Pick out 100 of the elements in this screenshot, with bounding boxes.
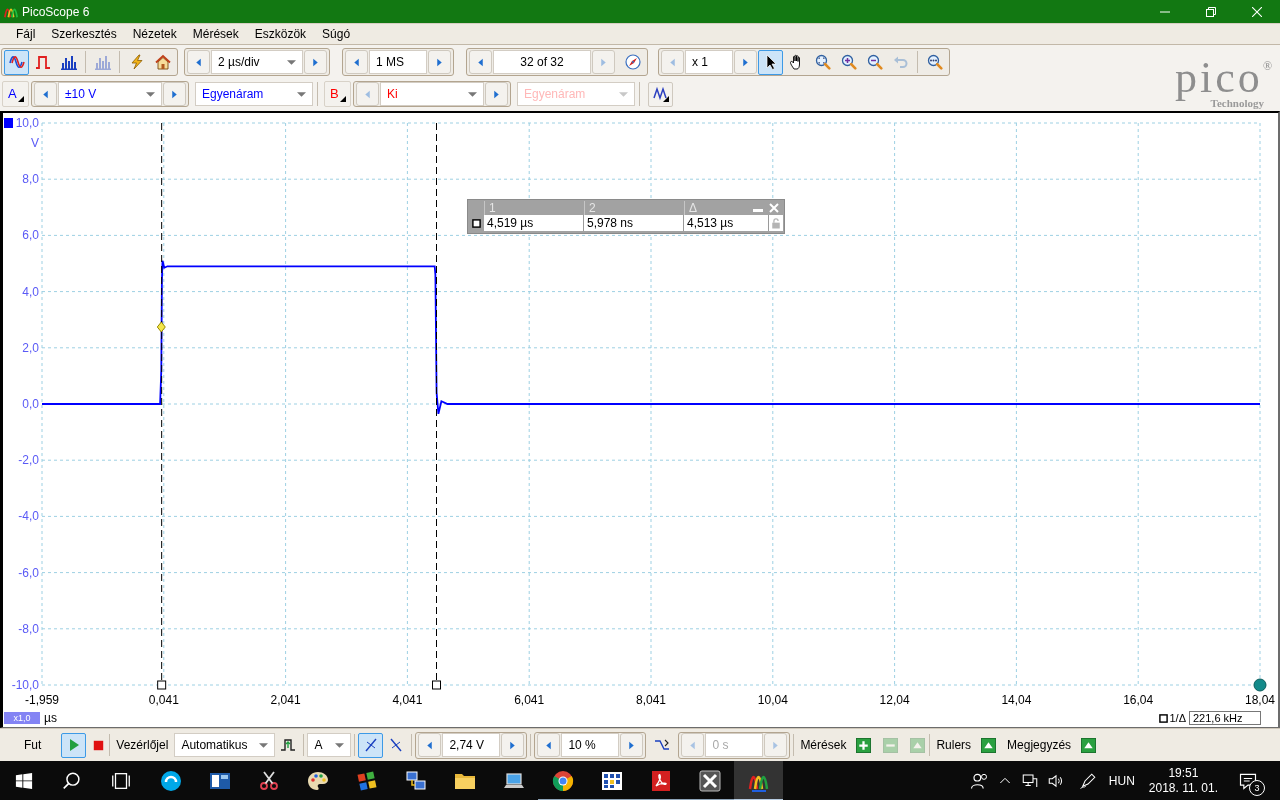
menu-item[interactable]: Nézetek xyxy=(124,24,185,44)
task-view-icon xyxy=(110,770,132,792)
round-app-icon xyxy=(158,769,183,793)
network-icon xyxy=(1020,772,1039,790)
menu-item[interactable]: Eszközök xyxy=(246,24,315,44)
y-axis-label: 2,0 xyxy=(22,340,39,355)
x-axis-label: 0,041 xyxy=(148,693,179,707)
rulers-button[interactable] xyxy=(980,736,998,754)
previous-button[interactable] xyxy=(469,50,492,74)
x-axis-label: -1,959 xyxy=(25,693,59,707)
menu-item[interactable]: Mérések xyxy=(184,24,247,44)
run-label: Fut xyxy=(24,738,42,752)
left-triangle-icon xyxy=(352,56,361,68)
round-handle-icon[interactable] xyxy=(1253,678,1267,692)
computers-icon xyxy=(403,769,428,793)
trigger-mode-dropdown[interactable]: Automatikus xyxy=(174,733,276,757)
table-cell: 4,513 µs xyxy=(684,215,769,231)
right-triangle-icon xyxy=(435,56,444,68)
coupling-dropdown[interactable]: Egyenáram xyxy=(195,82,313,106)
square-marker-icon xyxy=(472,218,481,228)
close-button[interactable] xyxy=(768,202,780,214)
minus-icon xyxy=(883,737,899,753)
right-triangle-icon xyxy=(492,88,501,100)
language-button[interactable]: HUN xyxy=(1100,761,1143,800)
menu-item[interactable]: Fájl xyxy=(8,24,44,44)
y-axis-label: -6,0 xyxy=(18,565,39,580)
caret-icon xyxy=(297,91,306,97)
ruler-line[interactable] xyxy=(436,122,437,682)
table-cell: 4,519 µs xyxy=(484,215,584,231)
rising-edge-icon xyxy=(362,737,379,753)
menu-item[interactable]: Súgó xyxy=(314,24,359,44)
right-triangle-icon xyxy=(771,739,781,751)
toolbar-button[interactable] xyxy=(648,81,673,107)
zoom-out-icon xyxy=(866,54,883,70)
ruler-handle-icon[interactable] xyxy=(432,680,441,690)
notification-badge: 3 xyxy=(1249,780,1265,796)
trigger-marker-icon[interactable] xyxy=(156,321,166,333)
zoom-in-icon xyxy=(840,54,857,70)
channel-button[interactable]: B xyxy=(324,81,351,107)
previous-button[interactable] xyxy=(345,50,368,74)
notes-button[interactable] xyxy=(1080,736,1098,754)
next-button[interactable] xyxy=(428,50,451,74)
timebase-dropdown[interactable]: 2 µs/div xyxy=(211,50,303,74)
browser-icon xyxy=(550,769,575,793)
clock-date[interactable]: 2018. 11. 01. xyxy=(1148,781,1218,796)
right-triangle-icon xyxy=(311,56,320,68)
range-dropdown[interactable]: Ki xyxy=(380,82,484,106)
magnifier-icon xyxy=(926,54,943,70)
scale-badge: x1,0 xyxy=(4,712,40,724)
window-title: PicoScope 6 xyxy=(22,4,90,19)
right-triangle-icon xyxy=(170,88,179,100)
ruler-line[interactable] xyxy=(161,122,163,682)
readout-label: 1/Δ xyxy=(1169,712,1186,724)
y-axis-label: 4,0 xyxy=(22,284,39,299)
previous-button[interactable] xyxy=(418,733,442,757)
speaker-icon xyxy=(1046,772,1065,790)
notification-button[interactable]: 3 xyxy=(1228,761,1268,800)
next-button[interactable] xyxy=(485,82,508,106)
x-axis-label: 12,04 xyxy=(879,693,910,707)
right-triangle-icon xyxy=(741,56,750,68)
pretrigger-field[interactable]: 10 % xyxy=(561,733,620,757)
windows-logo-icon xyxy=(15,772,33,790)
y-axis-label: 8,0 xyxy=(22,172,39,187)
next-button[interactable] xyxy=(304,50,327,74)
trigger-source-dropdown[interactable]: A xyxy=(307,733,352,757)
next-button[interactable] xyxy=(501,733,525,757)
readout-value: 221,6 kHz xyxy=(1189,711,1261,725)
lightning-icon xyxy=(128,54,145,70)
left-triangle-icon xyxy=(476,56,485,68)
x-axis-label: 6,041 xyxy=(514,693,545,707)
range-dropdown[interactable]: ±10 V xyxy=(58,82,162,106)
taskbar-app-button[interactable] xyxy=(734,761,783,800)
caret-icon xyxy=(259,742,269,748)
toolbar-button[interactable] xyxy=(758,49,783,75)
zoom-field[interactable]: x 1 xyxy=(685,50,733,74)
next-button[interactable] xyxy=(620,733,644,757)
previous-button[interactable] xyxy=(537,733,561,757)
threshold-field[interactable]: 2,74 V xyxy=(442,733,501,757)
ruler-handle-icon[interactable] xyxy=(157,680,167,690)
trigger-label: Vezérlőjel xyxy=(116,738,169,752)
corner-triangle-icon xyxy=(17,96,24,102)
grid-app-icon xyxy=(599,769,624,793)
rulers-label: Rulers xyxy=(936,738,972,752)
channel-button[interactable]: A xyxy=(2,81,29,107)
buffer-field[interactable]: 32 of 32 xyxy=(493,50,591,74)
run-button[interactable] xyxy=(61,732,87,758)
samples-field[interactable]: 1 MS xyxy=(369,50,427,74)
undo-icon xyxy=(892,54,909,70)
measurement-button[interactable] xyxy=(855,736,873,754)
edge-button[interactable] xyxy=(358,732,384,758)
menu-item[interactable]: Szerkesztés xyxy=(43,24,125,44)
left-triangle-icon xyxy=(688,739,698,751)
x-axis-label: 18,04 xyxy=(1245,693,1275,707)
bar-chart-icon xyxy=(60,54,77,70)
message-icon xyxy=(1238,771,1258,791)
clock-time[interactable]: 19:51 xyxy=(1168,766,1199,781)
previous-button[interactable] xyxy=(34,82,57,106)
previous-button[interactable] xyxy=(187,50,210,74)
next-button[interactable] xyxy=(163,82,186,106)
close-icon xyxy=(769,203,779,213)
